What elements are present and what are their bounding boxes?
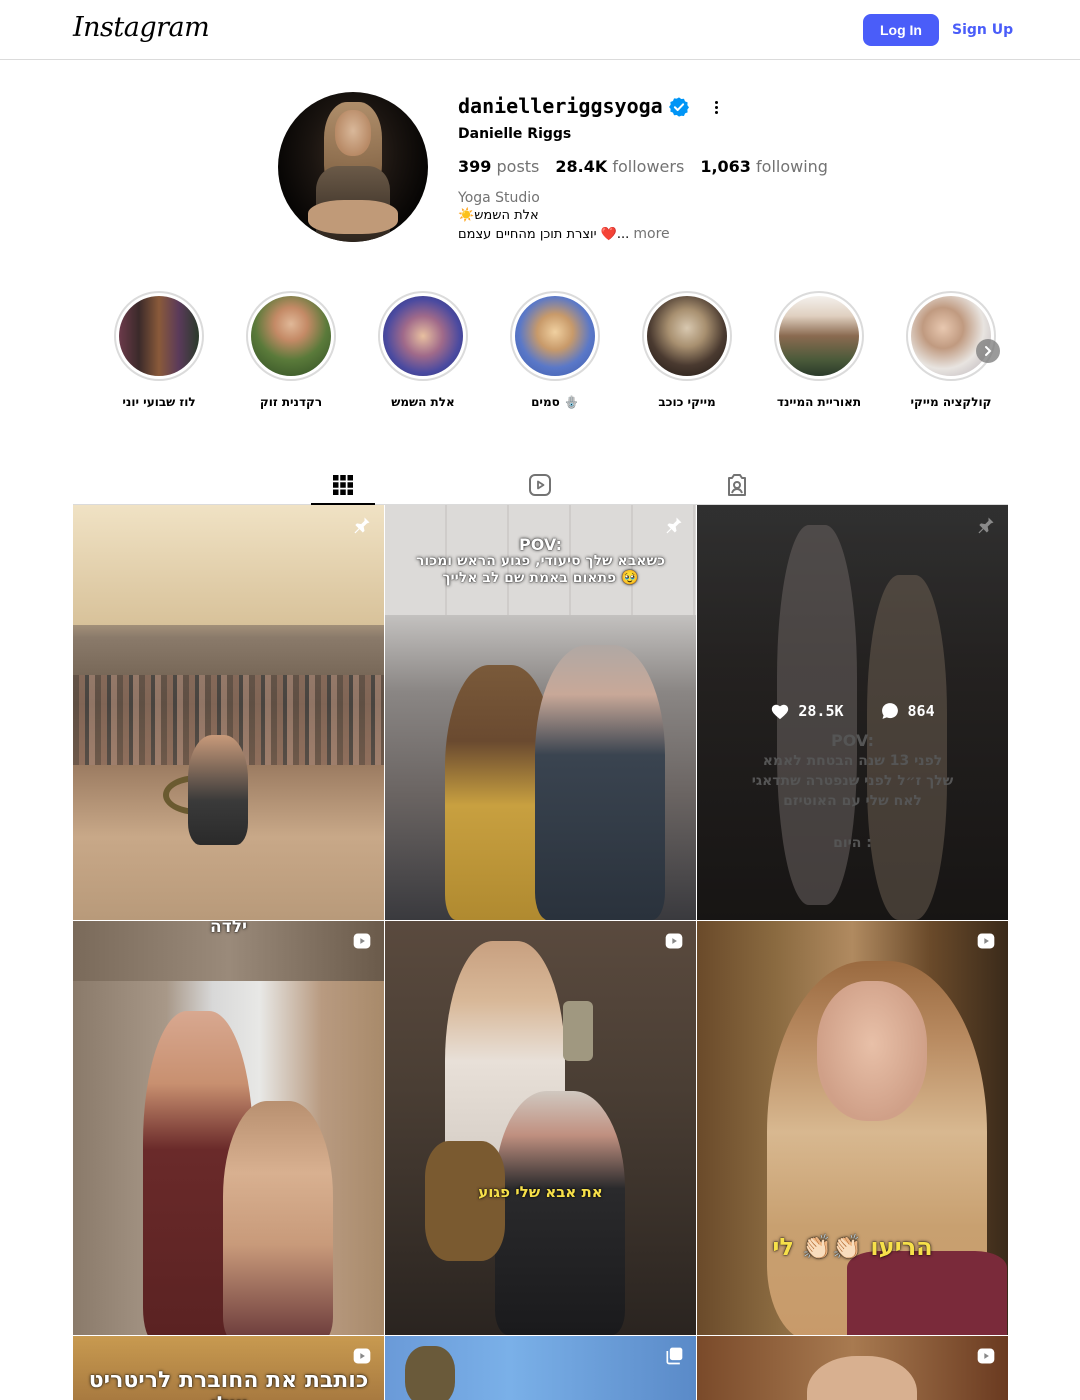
- reels-icon: [529, 474, 551, 496]
- bio-more-link[interactable]: more: [633, 226, 669, 242]
- highlight-item[interactable]: תאוריית המיינד: [754, 291, 884, 409]
- highlight-item[interactable]: סמים 🪬: [490, 291, 620, 409]
- reel-icon: [977, 933, 995, 949]
- login-button[interactable]: Log In: [863, 14, 939, 46]
- reel-icon: [665, 933, 683, 949]
- grid-icon: [333, 474, 353, 495]
- pin-icon: [666, 517, 682, 534]
- carousel-icon: [666, 1347, 683, 1365]
- post-tile[interactable]: [73, 505, 384, 920]
- bio-line: יוצרת תוכן מהחיים עצמם ❤️... more: [458, 226, 670, 242]
- pin-icon: [354, 517, 370, 534]
- profile-stats: 399 posts 28.4K followers 1,063 followin…: [458, 157, 828, 176]
- reel-icon: [353, 1348, 371, 1364]
- profile-avatar[interactable]: [278, 92, 428, 242]
- highlight-item[interactable]: אלת השמש: [358, 291, 488, 409]
- following-stat[interactable]: 1,063 following: [700, 157, 828, 176]
- signup-link[interactable]: Sign Up: [952, 14, 1013, 46]
- profile-full-name: Danielle Riggs: [458, 126, 572, 142]
- heart-icon: [772, 704, 789, 720]
- post-tile[interactable]: הריעו 👏🏻👏🏻 לי: [697, 921, 1008, 1335]
- more-options-icon[interactable]: [706, 97, 726, 117]
- post-tile[interactable]: 28.5K 864 POV: לפני 13 שנה הבטחת לאמא של…: [697, 505, 1008, 920]
- bio-line: ☀️אלת השמש: [458, 208, 539, 223]
- pin-icon: [978, 517, 994, 534]
- followers-stat[interactable]: 28.4K followers: [555, 157, 684, 176]
- tagged-icon: [728, 474, 746, 496]
- comment-icon: [881, 703, 898, 719]
- highlight-item[interactable]: רקדנית זוק: [226, 291, 356, 409]
- post-hover-stats: 28.5K 864: [697, 701, 1008, 721]
- tab-tagged[interactable]: [705, 466, 769, 504]
- post-tile[interactable]: POV: כשאבא שלך סיעודי, פגוע הראש ומכור פ…: [385, 505, 696, 920]
- reel-icon: [353, 933, 371, 949]
- profile-username: danielleriggsyoga: [458, 94, 663, 118]
- post-tile[interactable]: כותבת את החוברת לריטריט שלי: [73, 1336, 384, 1400]
- highlight-item[interactable]: לוז שבועי יוני: [94, 291, 224, 409]
- tab-reels[interactable]: [508, 466, 572, 504]
- top-nav: Instagram Log In Sign Up: [0, 0, 1080, 60]
- post-tile[interactable]: את אבא שלי פגוע: [385, 921, 696, 1335]
- post-tile[interactable]: ילדה: [73, 921, 384, 1335]
- posts-stat: 399 posts: [458, 157, 540, 176]
- post-tile[interactable]: [697, 1336, 1008, 1400]
- reel-icon: [977, 1348, 995, 1364]
- comments-count: 864: [880, 701, 935, 721]
- highlight-item[interactable]: מייקי כוכב: [622, 291, 752, 409]
- post-tile[interactable]: [385, 1336, 696, 1400]
- verified-badge-icon: [669, 97, 689, 117]
- likes-count: 28.5K: [770, 701, 844, 721]
- instagram-logo[interactable]: Instagram: [73, 12, 210, 43]
- chevron-right-icon[interactable]: [976, 339, 1000, 363]
- profile-category: Yoga Studio: [458, 190, 540, 206]
- tab-posts[interactable]: [311, 466, 375, 505]
